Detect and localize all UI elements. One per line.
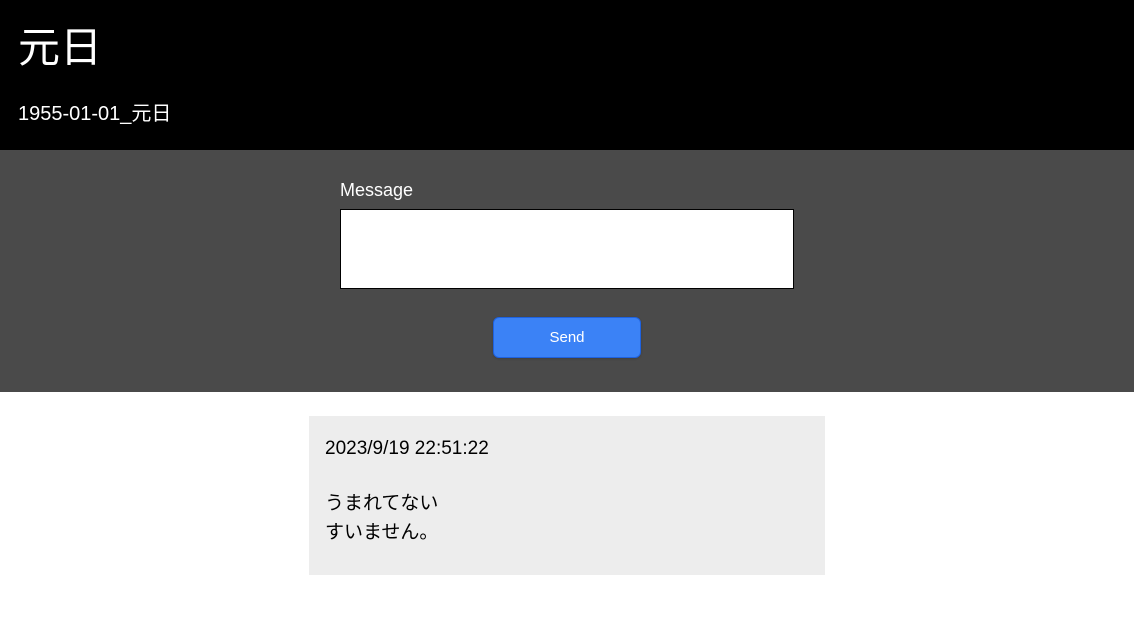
page-title: 元日 — [18, 14, 1116, 75]
send-button-container: Send — [340, 317, 794, 358]
page-subtitle: 1955-01-01_元日 — [18, 97, 1116, 126]
comment-timestamp: 2023/9/19 22:51:22 — [325, 438, 809, 460]
comments-section: 2023/9/19 22:51:22 うまれてない すいません。 — [0, 392, 1134, 599]
message-label: Message — [340, 180, 794, 201]
comment-card: 2023/9/19 22:51:22 うまれてない すいません。 — [309, 416, 825, 575]
message-form-section: Message Send — [0, 150, 1134, 392]
comment-body: うまれてない すいません。 — [325, 490, 809, 547]
message-input[interactable] — [340, 209, 794, 289]
message-form: Message Send — [340, 180, 794, 358]
page-header: 元日 1955-01-01_元日 — [0, 0, 1134, 150]
send-button[interactable]: Send — [493, 317, 641, 358]
